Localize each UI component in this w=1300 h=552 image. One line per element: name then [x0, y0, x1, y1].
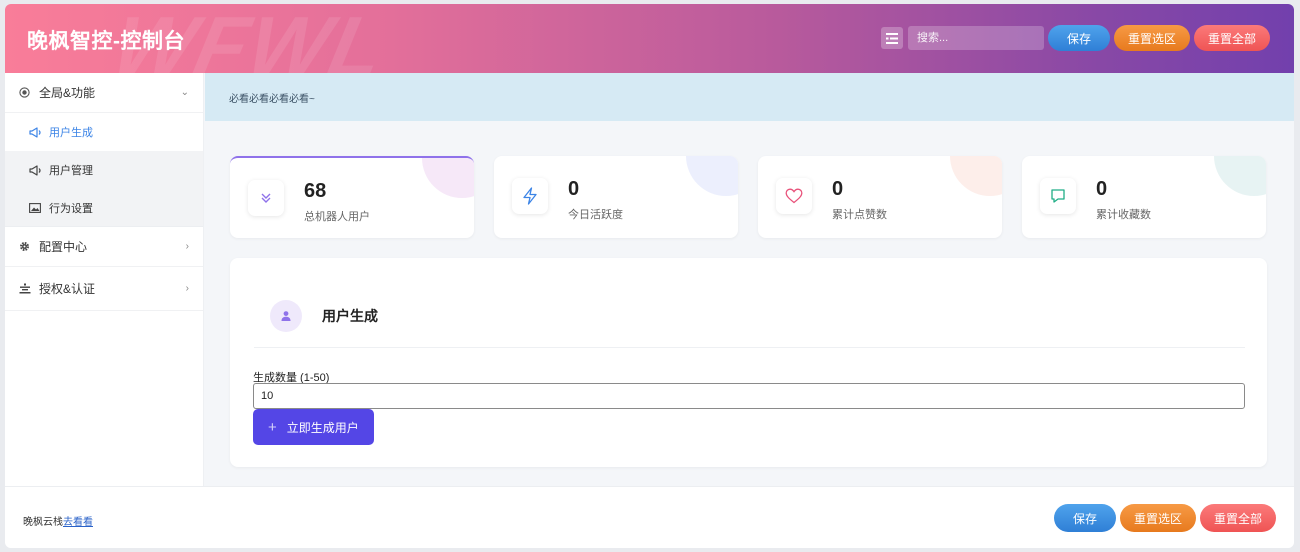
podium-icon — [19, 283, 33, 294]
sidebar-item-user-generate[interactable]: 用户生成 — [5, 113, 203, 151]
sidebar-group-config-center[interactable]: 配置中心 › — [5, 227, 203, 267]
search-input[interactable] — [907, 26, 1044, 50]
stat-card-total-likes: 0 累计点赞数 — [758, 156, 1002, 238]
sidebar-item-behavior-settings[interactable]: 行为设置 — [5, 189, 203, 227]
header-bar: WFWL 晚枫智控-控制台 保存 重置选区 重置全部 — [5, 4, 1294, 73]
stat-value: 0 — [568, 178, 580, 200]
app-title: 晚枫智控-控制台 — [27, 30, 185, 53]
panel-header: 用户生成 — [270, 300, 378, 332]
chevron-right-icon: › — [185, 241, 189, 252]
stat-label: 总机器人用户 — [304, 211, 370, 223]
sidebar-group-global-functions[interactable]: 全局&功能 ⌄ — [5, 73, 203, 113]
menu-toggle-button[interactable] — [880, 27, 903, 49]
footer-text: 晚枫云栈去看看 — [23, 513, 93, 528]
stat-value: 0 — [1096, 178, 1108, 200]
footer-toolbar: 保存 重置选区 重置全部 — [1050, 504, 1276, 532]
chevron-down-icon: ⌄ — [180, 87, 189, 98]
sidebar: 全局&功能 ⌄ 用户生成 用户管理 行为设置 配置中心 › 授权&认证 › — [5, 73, 204, 486]
notice-text: 必看必看必看必看~ — [229, 93, 315, 105]
stat-label: 累计收藏数 — [1096, 209, 1151, 221]
stat-card-total-bot-users: 68 总机器人用户 — [230, 156, 474, 238]
stat-card-today-activity: 0 今日活跃度 — [494, 156, 738, 238]
generate-count-input[interactable] — [253, 383, 1245, 409]
app-window: WFWL 晚枫智控-控制台 保存 重置选区 重置全部 全局&功能 ⌄ — [5, 4, 1294, 548]
image-icon — [29, 202, 43, 213]
plus-icon: + — [268, 418, 277, 436]
reset-all-button[interactable]: 重置全部 — [1193, 25, 1270, 51]
stat-label: 今日活跃度 — [568, 209, 623, 221]
heart-icon — [776, 178, 812, 214]
bookmark-icon — [1040, 178, 1076, 214]
stat-value: 68 — [304, 180, 327, 202]
stat-value: 0 — [832, 178, 844, 200]
card-decoration — [686, 156, 738, 196]
sidebar-group-label: 配置中心 — [39, 240, 88, 254]
footer-brand: 晚枫云栈 — [23, 517, 63, 528]
user-generate-panel: 用户生成 生成数量 (1-50) + 立即生成用户 — [230, 258, 1267, 467]
stat-card-total-favorites: 0 累计收藏数 — [1022, 156, 1266, 238]
gear-icon — [19, 241, 33, 252]
sidebar-group-auth[interactable]: 授权&认证 › — [5, 267, 203, 311]
card-decoration — [950, 156, 1002, 196]
footer-bar: 晚枫云栈去看看 保存 重置选区 重置全部 — [5, 486, 1294, 548]
double-chevron-down-icon — [248, 180, 284, 216]
sidebar-group-label: 授权&认证 — [39, 282, 96, 296]
header-toolbar: 保存 重置选区 重置全部 — [880, 25, 1270, 51]
list-icon — [885, 32, 898, 44]
footer-save-button[interactable]: 保存 — [1053, 504, 1116, 532]
chevron-right-icon: › — [185, 283, 189, 294]
radio-dot-icon — [19, 87, 33, 98]
footer-reset-selection-button[interactable]: 重置选区 — [1119, 504, 1196, 532]
sidebar-item-label: 用户管理 — [49, 165, 93, 177]
lightning-icon — [512, 178, 548, 214]
megaphone-icon — [29, 126, 43, 138]
footer-link[interactable]: 去看看 — [63, 517, 93, 528]
stat-label: 累计点赞数 — [832, 209, 887, 221]
user-icon — [270, 300, 302, 332]
sidebar-item-label: 用户生成 — [49, 127, 93, 139]
notice-bar: 必看必看必看必看~ — [205, 73, 1294, 121]
footer-reset-all-button[interactable]: 重置全部 — [1199, 504, 1276, 532]
sidebar-item-label: 行为设置 — [49, 202, 93, 215]
card-decoration — [1214, 156, 1266, 196]
panel-title: 用户生成 — [322, 308, 378, 324]
sidebar-item-user-manage[interactable]: 用户管理 — [5, 151, 203, 189]
reset-selection-button[interactable]: 重置选区 — [1113, 25, 1190, 51]
generate-users-label: 立即生成用户 — [286, 420, 359, 435]
save-button[interactable]: 保存 — [1047, 25, 1110, 51]
card-decoration — [422, 158, 474, 198]
megaphone-icon — [29, 164, 43, 176]
generate-users-button[interactable]: + 立即生成用户 — [253, 409, 374, 445]
sidebar-group-label: 全局&功能 — [39, 86, 96, 100]
panel-divider — [254, 347, 1245, 348]
